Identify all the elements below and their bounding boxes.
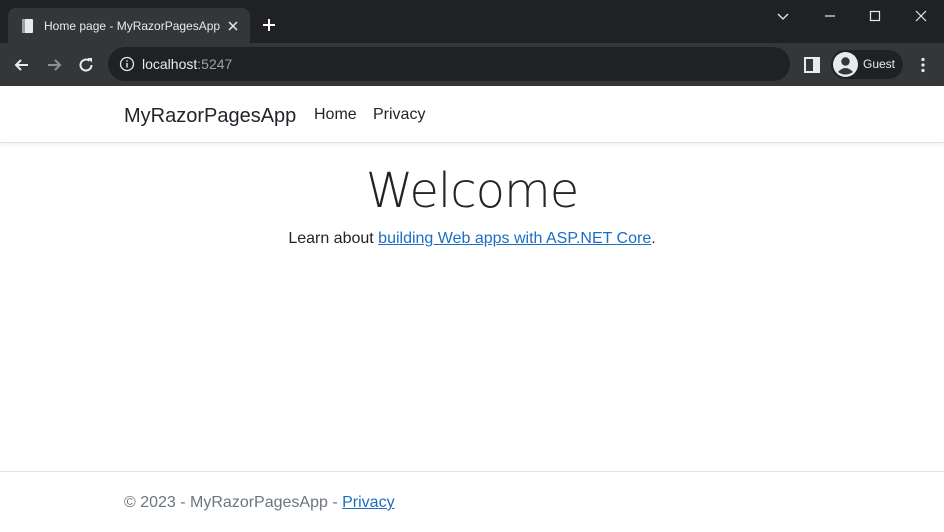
tab-title: Home page - MyRazorPagesApp	[44, 19, 221, 33]
browser-tab-active[interactable]: Home page - MyRazorPagesApp	[8, 8, 250, 43]
kebab-menu-icon[interactable]	[913, 55, 933, 75]
intro-text: Learn about building Web apps with ASP.N…	[288, 230, 656, 247]
info-icon[interactable]	[119, 56, 135, 72]
minimize-icon[interactable]	[822, 8, 838, 24]
footer-copyright: © 2023 - MyRazorPagesApp - Privacy	[124, 494, 395, 511]
reload-icon[interactable]	[76, 55, 96, 75]
page-icon	[22, 19, 33, 33]
forward-arrow-icon[interactable]	[44, 55, 64, 75]
window-close-icon[interactable]	[913, 8, 929, 24]
nav-link-home[interactable]: Home	[314, 106, 357, 124]
maximize-icon[interactable]	[867, 8, 883, 24]
site-navbar: MyRazorPagesApp Home Privacy	[0, 86, 944, 143]
close-icon[interactable]	[226, 19, 240, 33]
browser-toolbar: localhost:5247 Guest	[0, 43, 944, 86]
brand-link[interactable]: MyRazorPagesApp	[124, 104, 296, 128]
tab-search-chevron-icon[interactable]	[775, 8, 791, 24]
footer-privacy-link[interactable]: Privacy	[342, 494, 394, 511]
profile-name: Guest	[863, 57, 896, 71]
address-bar[interactable]: localhost:5247	[108, 47, 790, 81]
avatar-icon	[833, 52, 858, 77]
profile-button[interactable]: Guest	[831, 50, 903, 79]
url-text: localhost:5247	[142, 56, 233, 72]
page-title: Welcome	[365, 163, 580, 219]
site-footer: © 2023 - MyRazorPagesApp - Privacy	[0, 471, 944, 532]
browser-tabstrip: Home page - MyRazorPagesApp	[0, 0, 944, 43]
side-panel-icon[interactable]	[803, 56, 821, 74]
back-arrow-icon[interactable]	[12, 55, 32, 75]
nav-link-privacy[interactable]: Privacy	[373, 106, 425, 124]
new-tab-icon[interactable]	[261, 17, 277, 33]
aspnet-docs-link[interactable]: building Web apps with ASP.NET Core	[378, 230, 651, 247]
